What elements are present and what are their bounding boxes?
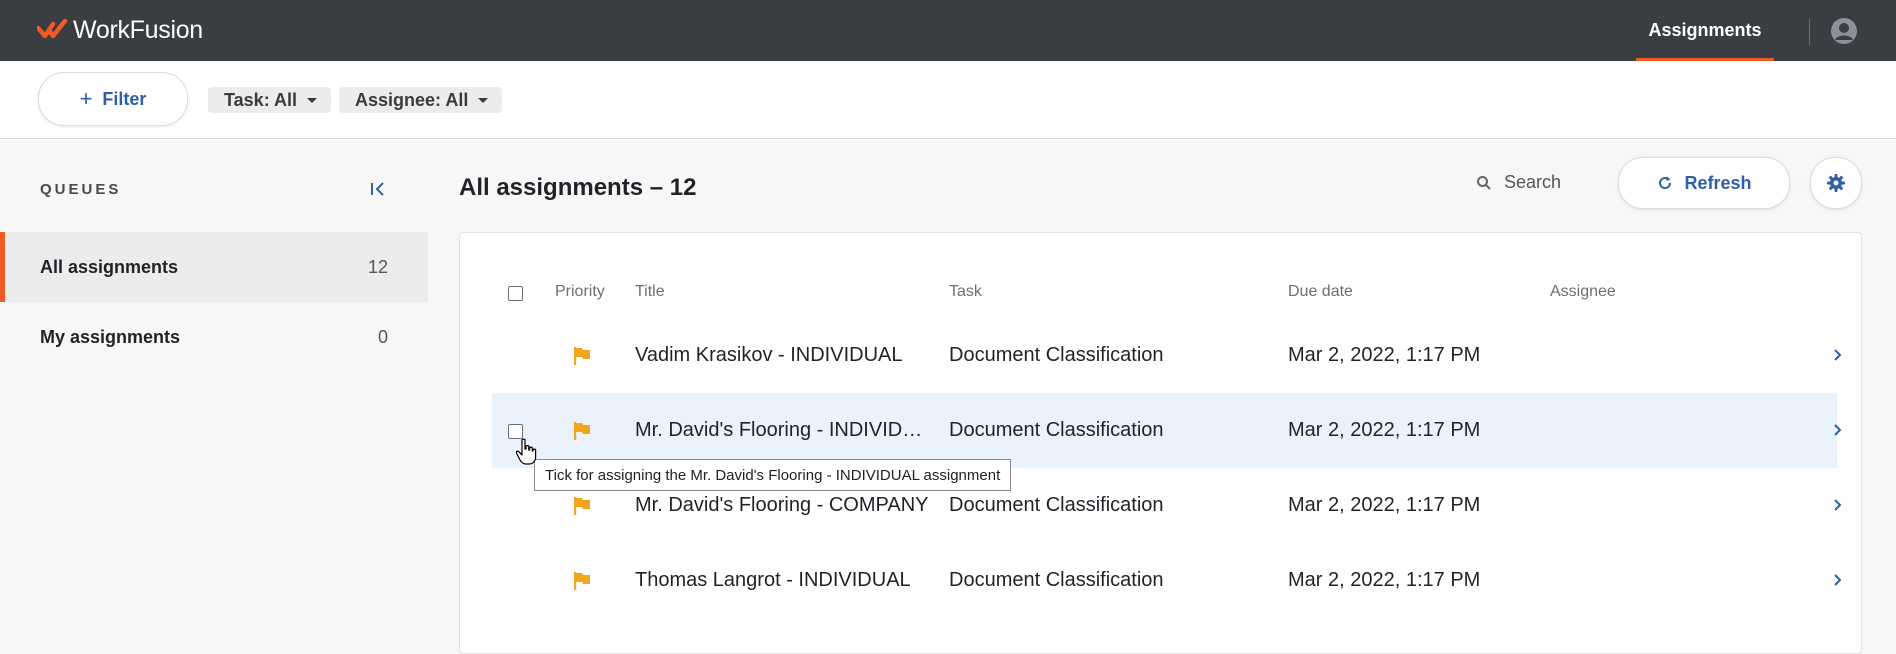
search-input[interactable]: Search xyxy=(1476,172,1561,193)
select-all-checkbox[interactable] xyxy=(508,286,523,301)
tab-assignments[interactable]: Assignments xyxy=(1636,0,1774,61)
column-header-due-date[interactable]: Due date xyxy=(1288,283,1353,301)
row-due-date: Mar 2, 2022, 1:17 PM xyxy=(1288,344,1481,366)
table-row[interactable]: Thomas Langrot - INDIVIDUAL Document Cla… xyxy=(492,543,1842,618)
brand[interactable]: WorkFusion xyxy=(37,16,203,45)
column-header-task[interactable]: Task xyxy=(949,283,982,301)
assignee-filter-label: Assignee: All xyxy=(355,89,469,110)
caret-down-icon xyxy=(307,97,318,103)
row-due-date: Mar 2, 2022, 1:17 PM xyxy=(1288,419,1481,441)
column-header-assignee[interactable]: Assignee xyxy=(1550,283,1616,301)
caret-down-icon xyxy=(478,97,489,103)
priority-flag-icon xyxy=(574,572,590,590)
table-header: Priority Title Task Due date Assignee xyxy=(460,283,1861,313)
filter-button-label: Filter xyxy=(102,88,147,109)
nav-divider xyxy=(1809,19,1810,45)
task-filter-chip[interactable]: Task: All xyxy=(208,87,332,113)
priority-flag-icon xyxy=(574,497,590,515)
queue-item-label: My assignments xyxy=(40,326,181,347)
queue-item-label: All assignments xyxy=(40,256,179,277)
row-task: Document Classification xyxy=(949,344,1164,366)
row-task: Document Classification xyxy=(949,419,1164,441)
search-icon xyxy=(1477,175,1491,190)
priority-flag-icon xyxy=(574,422,590,440)
row-due-date: Mar 2, 2022, 1:17 PM xyxy=(1288,494,1481,516)
assignments-table: Priority Title Task Due date Assignee Va… xyxy=(459,232,1862,654)
hand-cursor-icon xyxy=(515,438,537,465)
row-title: Thomas Langrot - INDIVIDUAL xyxy=(635,569,911,591)
chevron-right-icon[interactable] xyxy=(1832,572,1844,588)
checkbox-tooltip: Tick for assigning the Mr. David's Floor… xyxy=(534,459,1012,491)
row-title: Vadim Krasikov - INDIVIDUAL xyxy=(635,344,903,366)
workfusion-logo-icon xyxy=(37,18,68,38)
queues-heading: QUEUES xyxy=(40,181,122,198)
refresh-button-label: Refresh xyxy=(1684,172,1752,193)
gear-icon xyxy=(1827,174,1845,192)
assignee-filter-chip[interactable]: Assignee: All xyxy=(339,87,503,113)
queue-item-my-assignments[interactable]: My assignments 0 xyxy=(0,302,428,372)
column-header-priority[interactable]: Priority xyxy=(555,283,605,301)
settings-button[interactable] xyxy=(1810,157,1862,209)
row-due-date: Mar 2, 2022, 1:17 PM xyxy=(1288,569,1481,591)
filter-button[interactable]: + Filter xyxy=(38,72,188,126)
filter-bar: + Filter Task: All Assignee: All xyxy=(0,61,1896,139)
brand-name: WorkFusion xyxy=(73,16,203,44)
account-icon[interactable] xyxy=(1830,17,1858,45)
table-row[interactable]: Vadim Krasikov - INDIVIDUAL Document Cla… xyxy=(492,318,1842,393)
column-header-title[interactable]: Title xyxy=(635,283,665,301)
top-bar: WorkFusion Assignments xyxy=(0,0,1896,61)
chevron-right-icon[interactable] xyxy=(1832,347,1844,363)
row-select-checkbox[interactable] xyxy=(508,424,523,439)
chevron-right-icon[interactable] xyxy=(1832,497,1844,513)
collapse-sidebar-icon[interactable] xyxy=(369,179,389,199)
queue-item-count: 0 xyxy=(377,326,388,347)
row-task: Document Classification xyxy=(949,569,1164,591)
plus-icon: + xyxy=(79,86,93,111)
refresh-icon xyxy=(1659,176,1672,190)
priority-flag-icon xyxy=(574,347,590,365)
row-title: Mr. David's Flooring - INDIVID… xyxy=(635,419,923,441)
queues-sidebar: QUEUES All assignments 12 My assignments… xyxy=(0,139,428,632)
queue-item-count: 12 xyxy=(367,256,388,277)
task-filter-label: Task: All xyxy=(224,89,298,110)
table-row[interactable]: Mr. David's Flooring - INDIVID… Document… xyxy=(492,393,1842,468)
page-title: All assignments – 12 xyxy=(459,174,697,201)
chevron-right-icon[interactable] xyxy=(1832,422,1844,438)
tab-assignments-label: Assignments xyxy=(1648,20,1762,40)
refresh-button[interactable]: Refresh xyxy=(1618,157,1790,209)
search-placeholder: Search xyxy=(1504,172,1562,192)
queue-item-all-assignments[interactable]: All assignments 12 xyxy=(0,232,428,302)
